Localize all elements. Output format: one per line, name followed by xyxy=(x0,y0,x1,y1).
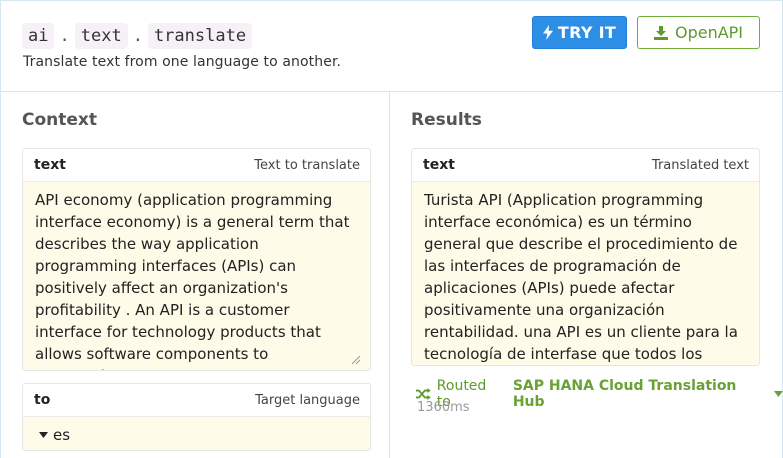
bolt-icon xyxy=(542,25,553,40)
translated-text-value: Turista API (Application programming int… xyxy=(424,191,738,363)
language-value: es xyxy=(53,426,71,444)
field-hint: Text to translate xyxy=(254,158,360,173)
try-it-button[interactable]: TRY IT xyxy=(532,16,627,49)
field-hint: Target language xyxy=(255,393,360,408)
path-separator: . xyxy=(132,26,143,46)
endpoint-description: Translate text from one language to anot… xyxy=(23,54,342,70)
endpoint-path: ai . text . translate xyxy=(22,23,253,49)
field-header: text Translated text xyxy=(412,149,759,182)
openapi-button[interactable]: OpenAPI xyxy=(637,16,760,49)
text-input-field[interactable]: text Text to translate API economy (appl… xyxy=(22,148,371,371)
path-separator: . xyxy=(59,26,70,46)
provider-name: SAP HANA Cloud Translation Hub xyxy=(512,378,737,410)
column-divider xyxy=(389,92,390,458)
openapi-label: OpenAPI xyxy=(674,23,744,42)
download-icon xyxy=(653,25,668,40)
field-header: text Text to translate xyxy=(23,149,370,182)
results-title: Results xyxy=(411,110,482,130)
translated-text-field: text Translated text Turista API (Applic… xyxy=(411,148,760,366)
routing-info: Routed to SAP HANA Cloud Translation Hub xyxy=(416,378,783,410)
try-it-label: TRY IT xyxy=(557,23,617,42)
language-select[interactable]: es xyxy=(39,426,70,444)
path-segment-ai: ai xyxy=(22,23,55,49)
field-header: to Target language xyxy=(23,384,370,417)
resize-handle-icon[interactable] xyxy=(352,356,360,364)
path-segment-text: text xyxy=(74,23,128,49)
path-segment-translate: translate xyxy=(147,23,253,49)
field-key-text: text xyxy=(423,157,455,173)
text-input-value[interactable]: API economy (application programming int… xyxy=(23,182,370,370)
context-title: Context xyxy=(22,110,98,130)
caret-down-icon xyxy=(774,391,783,397)
field-key-text: text xyxy=(34,157,66,173)
field-hint: Translated text xyxy=(651,158,749,173)
caret-down-icon xyxy=(39,432,48,438)
shuffle-icon xyxy=(416,388,431,400)
provider-select[interactable]: SAP HANA Cloud Translation Hub xyxy=(513,378,783,410)
field-key-to: to xyxy=(34,392,51,408)
response-time: 1360ms xyxy=(417,400,470,415)
target-language-field[interactable]: to Target language es xyxy=(22,383,371,451)
